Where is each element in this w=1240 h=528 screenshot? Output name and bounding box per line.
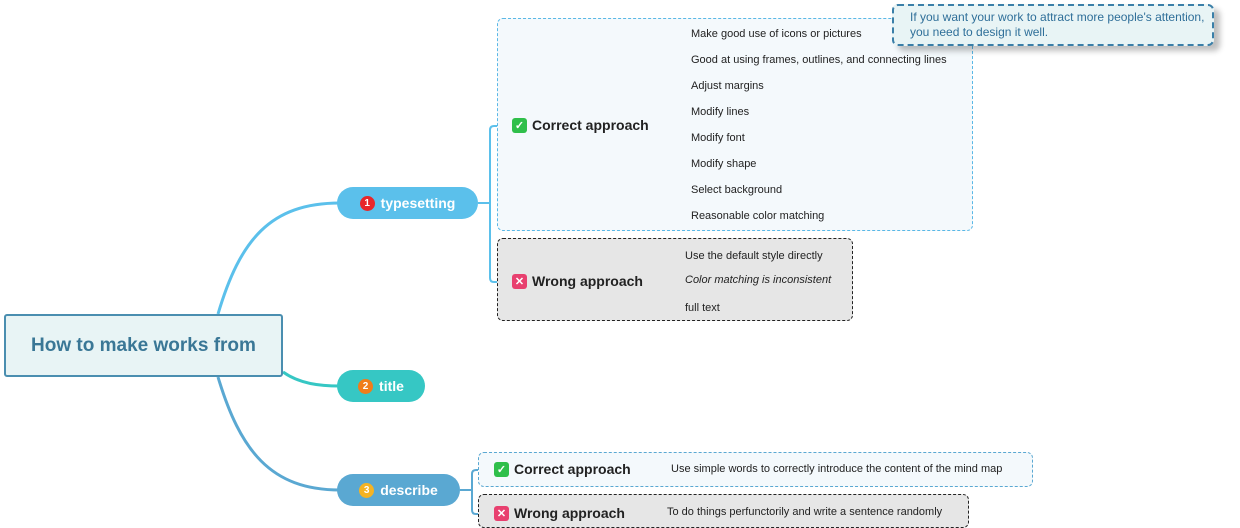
branch-label: typesetting [380, 195, 456, 211]
branch-label: describe [380, 482, 438, 498]
check-icon: ✓ [512, 117, 527, 133]
subtopic-label: Wrong approach [514, 505, 625, 521]
cross-icon: ✕ [494, 505, 509, 521]
subtopic-label: Correct approach [514, 461, 631, 477]
subtopic-wrong-approach[interactable]: ✕ Wrong approach [512, 273, 643, 289]
leaf-topic[interactable]: Good at using frames, outlines, and conn… [691, 54, 947, 66]
branch-typesetting[interactable]: 1 typesetting [337, 187, 478, 219]
leaf-topic[interactable]: Select background [691, 184, 782, 196]
check-icon: ✓ [494, 461, 509, 477]
subtopic-describe-correct[interactable]: ✓ Correct approach [494, 461, 631, 477]
callout-note[interactable]: If you want your work to attract more pe… [892, 4, 1214, 46]
number-3-icon: 3 [359, 482, 375, 498]
leaf-topic[interactable]: Use the default style directly [685, 250, 823, 262]
leaf-topic[interactable]: Modify shape [691, 158, 756, 170]
root-topic-label: How to make works from [31, 334, 256, 356]
subtopic-label: Correct approach [532, 117, 649, 133]
leaf-topic[interactable]: Reasonable color matching [691, 210, 824, 222]
callout-text: If you want your work to attract more pe… [910, 10, 1205, 39]
subtopic-label: Wrong approach [532, 273, 643, 289]
connector-root-title [282, 370, 341, 388]
leaf-topic[interactable]: Use simple words to correctly introduce … [671, 463, 1002, 475]
cross-icon: ✕ [512, 273, 527, 289]
number-2-icon: 2 [358, 378, 374, 394]
branch-title[interactable]: 2 title [337, 370, 425, 402]
connector-root-describe [216, 376, 341, 492]
leaf-topic[interactable]: Adjust margins [691, 80, 764, 92]
subtopic-describe-wrong[interactable]: ✕ Wrong approach [494, 505, 625, 521]
subtopic-correct-approach[interactable]: ✓ Correct approach [512, 117, 649, 133]
leaf-topic[interactable]: Make good use of icons or pictures [691, 28, 862, 40]
leaf-topic[interactable]: Color matching is inconsistent [685, 274, 831, 286]
leaf-topic[interactable]: Modify lines [691, 106, 749, 118]
branch-label: title [379, 378, 404, 394]
branch-describe[interactable]: 3 describe [337, 474, 460, 506]
leaf-topic[interactable]: To do things perfunctorily and write a s… [667, 506, 942, 518]
number-1-icon: 1 [359, 195, 375, 211]
connector-root-typesetting [216, 201, 341, 315]
leaf-topic[interactable]: full text [685, 302, 720, 314]
leaf-topic[interactable]: Modify font [691, 132, 745, 144]
root-topic[interactable]: How to make works from [4, 314, 283, 377]
